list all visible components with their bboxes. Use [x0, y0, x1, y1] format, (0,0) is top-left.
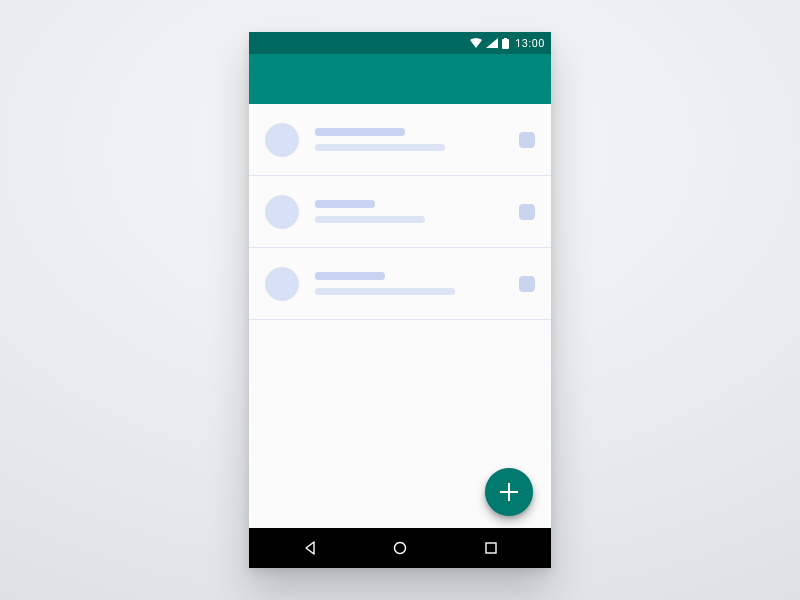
clock: 13:00	[515, 37, 545, 50]
navigation-bar	[249, 528, 551, 568]
signal-icon	[486, 38, 498, 48]
battery-icon	[502, 38, 509, 49]
status-bar: 13:00	[249, 32, 551, 54]
title-skeleton	[315, 272, 385, 280]
subtitle-skeleton	[315, 144, 445, 151]
avatar	[265, 123, 299, 157]
home-icon	[392, 540, 408, 556]
wifi-icon	[470, 38, 482, 48]
content-area	[249, 104, 551, 568]
nav-back[interactable]	[280, 528, 340, 568]
nav-recents[interactable]	[461, 528, 521, 568]
title-skeleton	[315, 128, 405, 136]
title-skeleton	[315, 200, 375, 208]
list-item-text	[315, 200, 503, 223]
subtitle-skeleton	[315, 288, 455, 295]
list-item[interactable]	[249, 248, 551, 320]
avatar	[265, 267, 299, 301]
app-bar	[249, 54, 551, 104]
fab-add[interactable]	[485, 468, 533, 516]
trailing-action[interactable]	[519, 132, 535, 148]
list-item[interactable]	[249, 176, 551, 248]
list-item-text	[315, 128, 503, 151]
recents-icon	[483, 540, 499, 556]
list-item-text	[315, 272, 503, 295]
list-item[interactable]	[249, 104, 551, 176]
trailing-action[interactable]	[519, 276, 535, 292]
subtitle-skeleton	[315, 216, 425, 223]
plus-icon	[500, 483, 518, 501]
nav-home[interactable]	[370, 528, 430, 568]
back-icon	[302, 540, 318, 556]
trailing-action[interactable]	[519, 204, 535, 220]
avatar	[265, 195, 299, 229]
device-frame: 13:00	[249, 32, 551, 568]
